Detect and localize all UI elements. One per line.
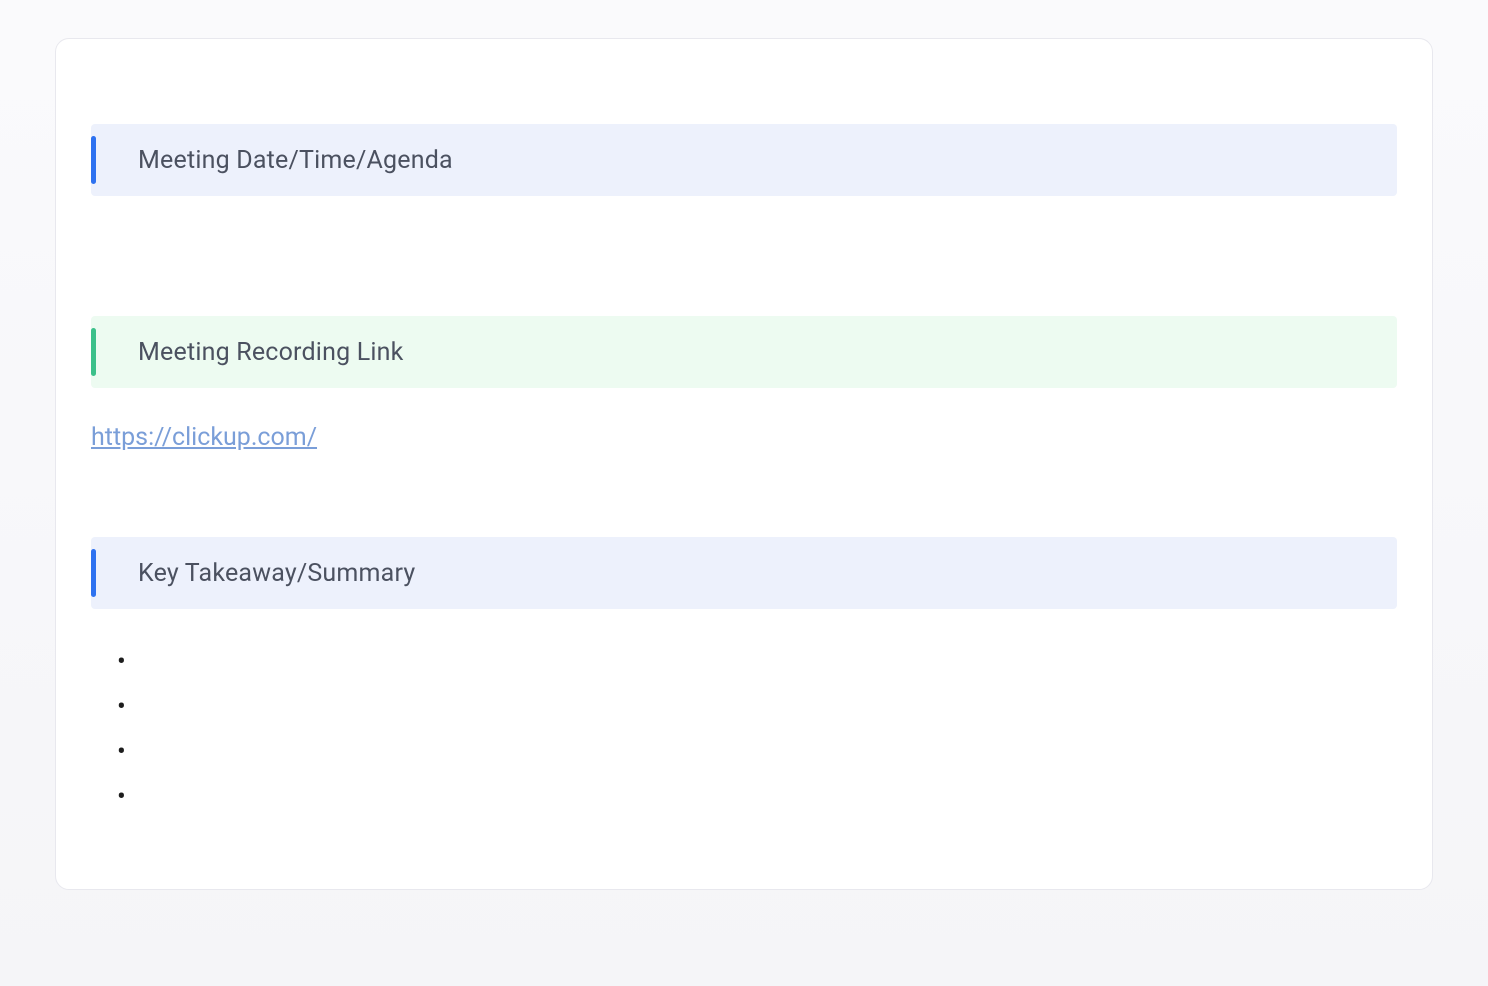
list-item[interactable] bbox=[121, 649, 1397, 694]
list-item[interactable] bbox=[121, 784, 1397, 829]
recording-link-row: https://clickup.com/ bbox=[91, 423, 1397, 452]
recording-link[interactable]: https://clickup.com/ bbox=[91, 423, 317, 452]
spacer bbox=[91, 216, 1397, 316]
callout-title: Meeting Date/Time/Agenda bbox=[96, 146, 453, 175]
document-card: Meeting Date/Time/Agenda Meeting Recordi… bbox=[55, 38, 1433, 890]
list-item[interactable] bbox=[121, 694, 1397, 739]
callout-title: Meeting Recording Link bbox=[96, 338, 404, 367]
callout-title: Key Takeaway/Summary bbox=[96, 559, 415, 588]
list-item[interactable] bbox=[121, 739, 1397, 784]
callout-summary: Key Takeaway/Summary bbox=[91, 537, 1397, 609]
callout-meeting-info: Meeting Date/Time/Agenda bbox=[91, 124, 1397, 196]
callout-recording: Meeting Recording Link bbox=[91, 316, 1397, 388]
summary-bullet-list bbox=[91, 649, 1397, 829]
